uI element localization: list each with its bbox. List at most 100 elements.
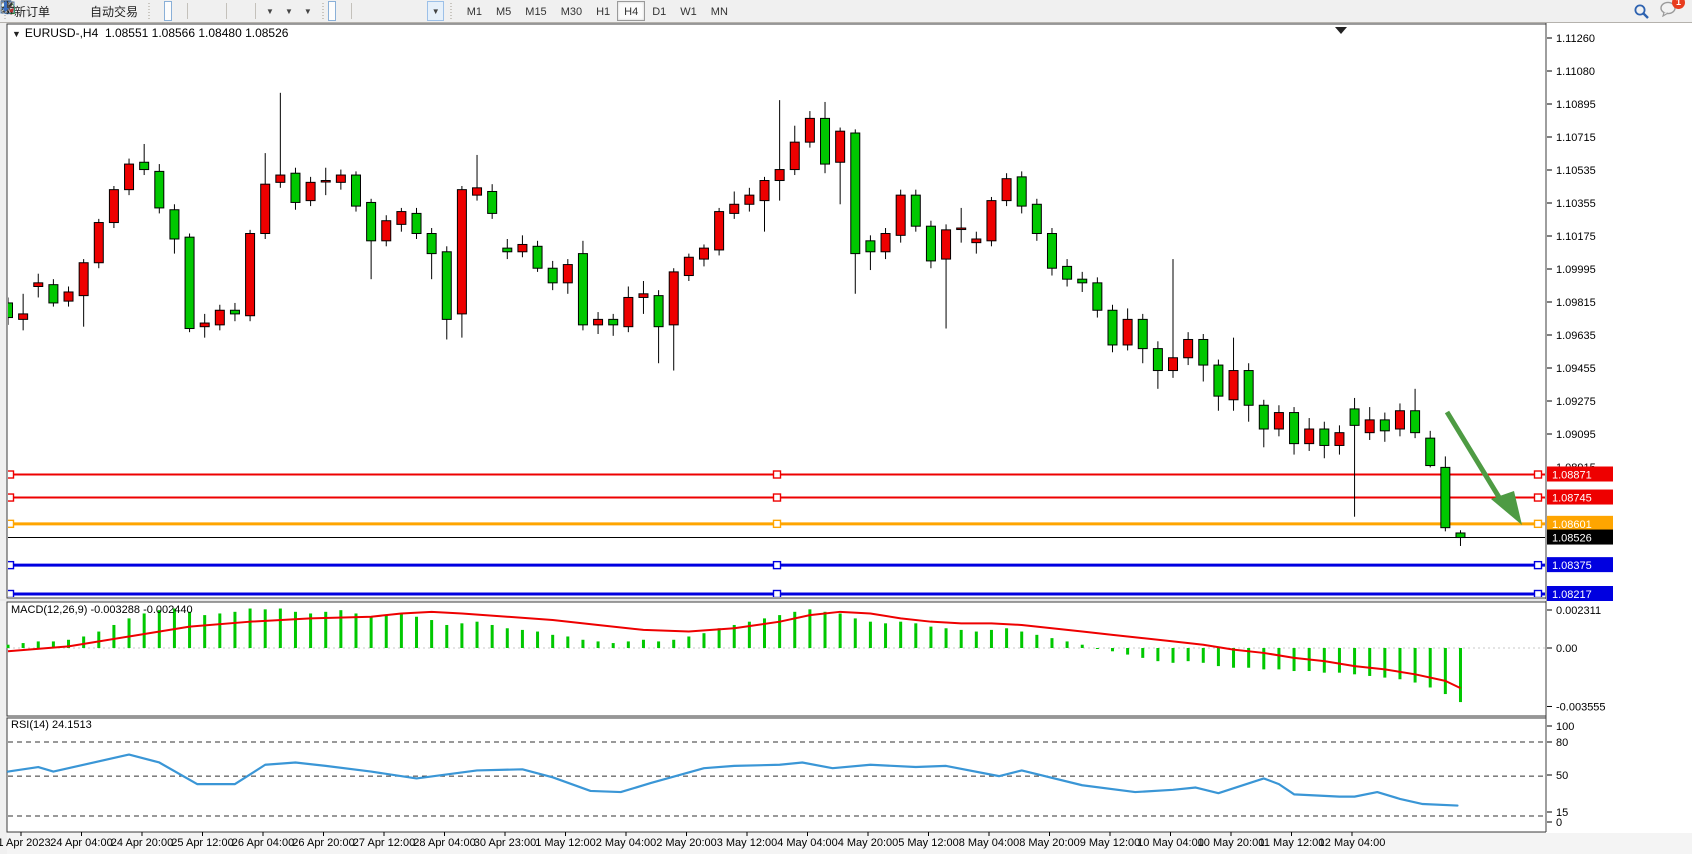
- line-handle[interactable]: [774, 562, 781, 569]
- time-axis-label[interactable]: 3 May 12:00: [717, 837, 778, 849]
- time-axis-label[interactable]: 8 May 04:00: [959, 837, 1020, 849]
- candlestick-chart-button[interactable]: [164, 1, 172, 21]
- horizontal-line-button[interactable]: [367, 1, 375, 21]
- macd-histogram-bar: [264, 609, 267, 648]
- price-axis-label[interactable]: 1.10355: [1556, 198, 1596, 210]
- periods-button[interactable]: ▼: [280, 1, 297, 21]
- price-axis-label[interactable]: 1.09275: [1556, 396, 1596, 408]
- rsi-axis-label[interactable]: 80: [1556, 737, 1568, 749]
- search-icon[interactable]: [1633, 3, 1650, 20]
- fibonacci-button[interactable]: F: [397, 1, 405, 21]
- time-axis-label[interactable]: 4 May 20:00: [838, 837, 899, 849]
- time-axis-label[interactable]: 5 May 12:00: [898, 837, 959, 849]
- price-axis-label[interactable]: 1.10535: [1556, 165, 1596, 177]
- arrow-objects-button[interactable]: ▼: [427, 1, 444, 21]
- macd-axis-label[interactable]: -0.003555: [1556, 701, 1606, 713]
- chart-shift-button[interactable]: [232, 1, 240, 21]
- time-axis-label[interactable]: 30 Apr 23:00: [474, 837, 536, 849]
- price-axis-label[interactable]: 1.09095: [1556, 429, 1596, 441]
- line-handle[interactable]: [1535, 591, 1542, 598]
- timeframe-MN[interactable]: MN: [704, 1, 735, 21]
- time-axis-label[interactable]: 4 May 04:00: [777, 837, 838, 849]
- timeframe-M5[interactable]: M5: [489, 1, 518, 21]
- template-button[interactable]: ▼: [299, 1, 316, 21]
- zoom-out-button[interactable]: [203, 1, 211, 21]
- autotrade-button[interactable]: 自动交易: [86, 1, 142, 21]
- time-axis-label[interactable]: 12 May 04:00: [1319, 837, 1386, 849]
- line-handle[interactable]: [774, 591, 781, 598]
- timeframe-M15[interactable]: M15: [518, 1, 553, 21]
- time-axis-label[interactable]: 24 Apr 20:00: [111, 837, 173, 849]
- line-handle[interactable]: [774, 494, 781, 501]
- bar-chart-button[interactable]: [154, 1, 162, 21]
- time-axis-label[interactable]: 26 Apr 04:00: [232, 837, 294, 849]
- price-axis-label[interactable]: 1.10895: [1556, 99, 1596, 111]
- tile-windows-button[interactable]: [213, 1, 221, 21]
- time-axis-label[interactable]: 10 May 20:00: [1198, 837, 1265, 849]
- rsi-axis-label[interactable]: 50: [1556, 770, 1568, 782]
- time-axis-label[interactable]: 26 Apr 20:00: [292, 837, 354, 849]
- add-indicator-button[interactable]: ▼: [261, 1, 278, 21]
- line-handle[interactable]: [1535, 562, 1542, 569]
- line-handle[interactable]: [774, 520, 781, 527]
- price-axis-label[interactable]: 1.11260: [1556, 33, 1595, 45]
- line-handle[interactable]: [774, 471, 781, 478]
- time-axis-label[interactable]: 21 Apr 2023: [0, 837, 51, 849]
- time-axis-label[interactable]: 28 Apr 04:00: [413, 837, 475, 849]
- macd-axis-label[interactable]: 0.00: [1556, 643, 1577, 655]
- toolbar-grip[interactable]: [321, 3, 326, 19]
- time-axis-label[interactable]: 27 Apr 12:00: [353, 837, 415, 849]
- price-axis-label[interactable]: 1.09455: [1556, 363, 1596, 375]
- styles-button[interactable]: [56, 1, 64, 21]
- trendline-button[interactable]: [377, 1, 385, 21]
- line-handle[interactable]: [1535, 471, 1542, 478]
- new-order-button[interactable]: 新订单: [10, 1, 54, 21]
- time-axis-label[interactable]: 25 Apr 12:00: [171, 837, 233, 849]
- pane-splitter[interactable]: [0, 599, 1546, 601]
- line-handle[interactable]: [1535, 520, 1542, 527]
- timeframe-M1[interactable]: M1: [460, 1, 489, 21]
- profile-button[interactable]: [66, 1, 74, 21]
- toolbar-grip[interactable]: [147, 3, 152, 19]
- vertical-line-button[interactable]: [357, 1, 365, 21]
- channel-button[interactable]: E: [387, 1, 395, 21]
- time-axis-label[interactable]: 2 May 20:00: [656, 837, 717, 849]
- timeframe-M30[interactable]: M30: [554, 1, 589, 21]
- macd-histogram-bar: [975, 632, 978, 648]
- rsi-axis-label[interactable]: 0: [1556, 817, 1562, 829]
- signal-button[interactable]: [76, 1, 84, 21]
- price-axis-label[interactable]: 1.09815: [1556, 297, 1596, 309]
- toolbar-grip[interactable]: [449, 3, 454, 19]
- time-axis-label[interactable]: 9 May 12:00: [1080, 837, 1141, 849]
- rsi-axis-label[interactable]: 100: [1556, 721, 1574, 733]
- macd-axis-label[interactable]: 0.002311: [1556, 605, 1601, 617]
- notifications-button[interactable]: 1: [1660, 1, 1678, 22]
- price-axis-label[interactable]: 1.09635: [1556, 330, 1596, 342]
- price-axis-label[interactable]: 1.10175: [1556, 231, 1596, 243]
- time-axis-label[interactable]: 11 May 12:00: [1259, 837, 1325, 849]
- chart-canvas[interactable]: 1.11260 1.11080 1.10895 1.10715 1.10535 1.103…: [0, 0, 1692, 854]
- macd-pane[interactable]: [7, 602, 1546, 716]
- price-axis-label[interactable]: 1.09995: [1556, 264, 1596, 276]
- rsi-pane[interactable]: [7, 718, 1546, 832]
- line-handle[interactable]: [1535, 494, 1542, 501]
- text-label-button[interactable]: T: [417, 1, 425, 21]
- price-axis-label[interactable]: 1.11080: [1556, 66, 1595, 78]
- zoom-in-button[interactable]: [193, 1, 201, 21]
- time-axis-label[interactable]: 1 May 12:00: [535, 837, 596, 849]
- timeframe-H4[interactable]: H4: [617, 1, 645, 21]
- timeframe-D1[interactable]: D1: [645, 1, 673, 21]
- time-axis-label[interactable]: 2 May 04:00: [596, 837, 657, 849]
- timeframe-W1[interactable]: W1: [673, 1, 704, 21]
- cursor-button[interactable]: [328, 1, 336, 21]
- quick-trade-toggle-icon[interactable]: ▼: [12, 29, 21, 39]
- timeframe-H1[interactable]: H1: [589, 1, 617, 21]
- time-axis-label[interactable]: 8 May 20:00: [1019, 837, 1080, 849]
- text-button[interactable]: A: [407, 1, 415, 21]
- line-chart-button[interactable]: [174, 1, 182, 21]
- time-axis-label[interactable]: 24 Apr 04:00: [50, 837, 112, 849]
- chart-autoscroll-button[interactable]: [242, 1, 250, 21]
- crosshair-button[interactable]: [338, 1, 346, 21]
- price-axis-label[interactable]: 1.10715: [1556, 132, 1596, 144]
- time-axis-label[interactable]: 10 May 04:00: [1137, 837, 1204, 849]
